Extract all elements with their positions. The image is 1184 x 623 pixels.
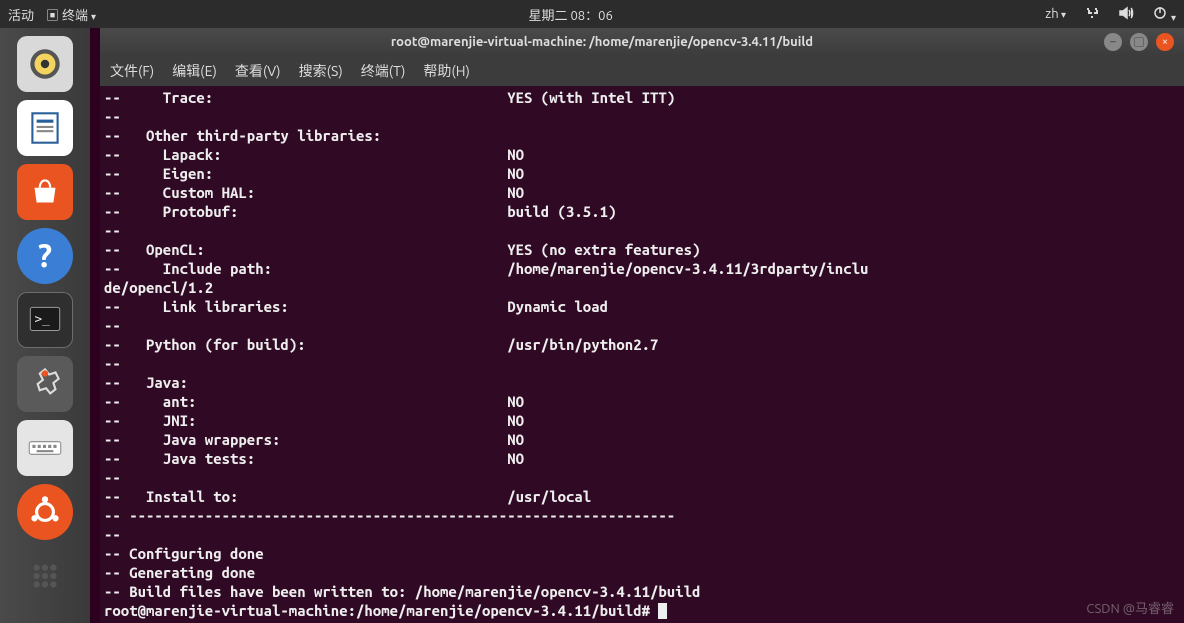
launcher-ubuntu-logo[interactable] — [17, 484, 73, 540]
shell-prompt: root@marenjie-virtual-machine:/home/mare… — [104, 602, 658, 619]
cursor — [658, 603, 667, 619]
svg-text:>_: >_ — [35, 311, 51, 326]
launcher-help[interactable]: ? — [17, 228, 73, 284]
launcher-show-apps[interactable] — [17, 548, 73, 604]
menu-help[interactable]: 帮助(H) — [423, 61, 470, 81]
menu-view[interactable]: 查看(V) — [235, 61, 281, 81]
menu-search[interactable]: 搜索(S) — [299, 61, 343, 81]
input-source-indicator[interactable]: zh — [1045, 7, 1066, 21]
window-titlebar[interactable]: root@marenjie-virtual-machine: /home/mar… — [100, 28, 1184, 56]
launcher-terminal[interactable]: >_ — [17, 292, 73, 348]
network-icon[interactable] — [1084, 5, 1100, 24]
menu-file[interactable]: 文件(F) — [110, 61, 154, 81]
close-button[interactable]: × — [1156, 33, 1174, 51]
menu-terminal[interactable]: 终端(T) — [361, 61, 406, 81]
launcher-onscreen-keyboard[interactable] — [17, 420, 73, 476]
terminal-body[interactable]: -- Trace: YES (with Intel ITT) -- -- Oth… — [100, 86, 1184, 623]
menubar: 文件(F) 编辑(E) 查看(V) 搜索(S) 终端(T) 帮助(H) — [100, 56, 1184, 86]
volume-icon[interactable] — [1118, 5, 1134, 24]
minimize-button[interactable]: – — [1104, 33, 1122, 51]
power-icon[interactable] — [1152, 5, 1176, 24]
terminal-window: root@marenjie-virtual-machine: /home/mar… — [100, 28, 1184, 623]
launcher-writer[interactable] — [17, 100, 73, 156]
clock[interactable]: 星期二 08：06 — [96, 5, 1045, 24]
launcher-settings[interactable] — [17, 356, 73, 412]
terminal-mini-icon: ▣ — [46, 9, 59, 23]
watermark: CSDN @马睿睿 — [1086, 598, 1174, 617]
launcher-rhythmbox[interactable] — [17, 36, 73, 92]
menu-edit[interactable]: 编辑(E) — [172, 61, 217, 81]
launcher-software[interactable] — [17, 164, 73, 220]
launcher-dock: ? >_ — [0, 28, 90, 623]
gnome-topbar: 活动 ▣ 终端 星期二 08：06 zh — [0, 0, 1184, 28]
activities-button[interactable]: 活动 — [8, 5, 34, 24]
maximize-button[interactable]: □ — [1130, 33, 1148, 51]
window-title: root@marenjie-virtual-machine: /home/mar… — [100, 35, 1104, 49]
app-menu[interactable]: ▣ 终端 — [46, 5, 96, 24]
